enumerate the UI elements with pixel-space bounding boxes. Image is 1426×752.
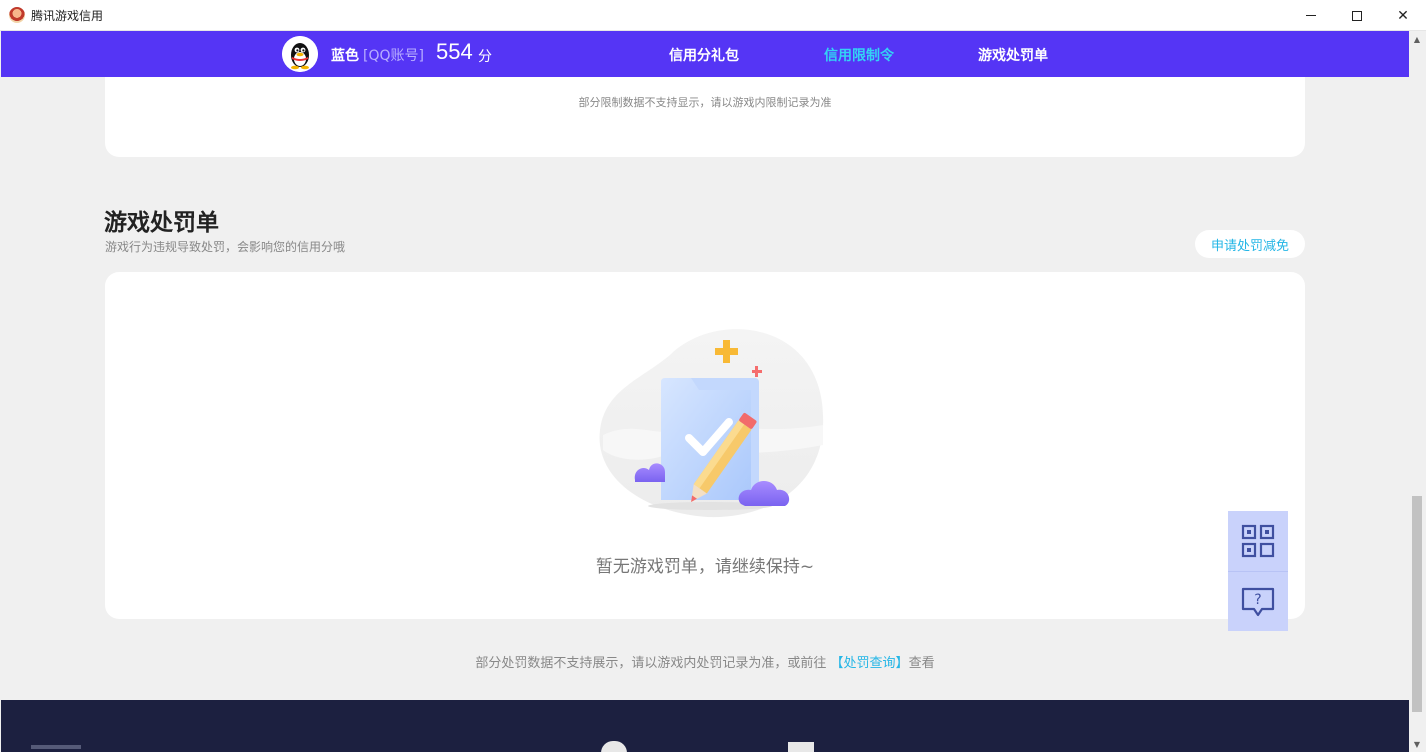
maximize-icon (1352, 10, 1362, 21)
help-feedback-button[interactable]: ? (1228, 571, 1288, 631)
close-icon: ✕ (1397, 7, 1409, 24)
footer-service-icon[interactable] (601, 741, 627, 752)
svg-text:?: ? (1254, 592, 1261, 608)
apply-penalty-reduction-button[interactable]: 申请处罚减免 (1195, 230, 1305, 258)
footer-message-icon[interactable] (788, 742, 814, 752)
top-nav: 蓝色 [QQ账号] 554 分 信用分礼包 信用限制令 游戏处罚单 (1, 31, 1409, 77)
user-nickname: 蓝色 (331, 48, 359, 64)
credit-score-unit: 分 (478, 49, 492, 65)
empty-state-text: 暂无游戏罚单，请继续保持~ (595, 557, 815, 577)
minimize-icon (1306, 15, 1316, 16)
penalty-query-link[interactable]: 【处罚查询】 (831, 656, 909, 671)
qrcode-button[interactable] (1228, 511, 1288, 571)
vertical-scrollbar[interactable]: ▲ ▼ (1409, 31, 1425, 752)
penalty-section-title: 游戏处罚单 (104, 210, 219, 236)
window-title: 腾讯游戏信用 (31, 8, 104, 23)
help-message-icon: ? (1241, 587, 1275, 616)
footnote-text: 部分处罚数据不支持展示，请以游戏内处罚记录为准，或前往 (475, 656, 831, 671)
minimize-button[interactable] (1288, 0, 1334, 31)
account-type-label: [QQ账号] (363, 48, 424, 64)
qrcode-icon (1241, 524, 1275, 558)
close-button[interactable]: ✕ (1380, 0, 1426, 31)
restriction-note: 部分限制数据不支持显示，请以游戏内限制记录为准 (578, 96, 832, 109)
maximize-button[interactable] (1334, 0, 1380, 31)
tab-credit-gift[interactable]: 信用分礼包 (669, 45, 739, 65)
page-footer (1, 700, 1409, 752)
empty-state-illustration (599, 329, 824, 518)
scrollbar-thumb[interactable] (1412, 496, 1422, 712)
avatar[interactable] (282, 36, 318, 72)
scroll-down-arrow-icon[interactable]: ▼ (1409, 736, 1425, 752)
floating-toolbar: ? (1228, 511, 1288, 631)
qq-penguin-icon (282, 36, 318, 72)
window-titlebar: 腾讯游戏信用 ✕ (0, 0, 1426, 31)
penalty-section-subtitle: 游戏行为违规导致处罚，会影响您的信用分哦 (105, 240, 346, 254)
scroll-up-arrow-icon[interactable]: ▲ (1409, 31, 1425, 47)
tab-credit-restriction[interactable]: 信用限制令 (824, 45, 894, 65)
penalty-card: 暂无游戏罚单，请继续保持~ (105, 272, 1305, 619)
app-logo-icon (9, 7, 25, 23)
credit-score: 554 (436, 39, 473, 64)
footnote-suffix: 查看 (908, 656, 935, 671)
tab-game-penalty[interactable]: 游戏处罚单 (978, 45, 1048, 65)
window-controls: ✕ (1288, 0, 1426, 31)
footer-logo (31, 745, 81, 749)
penalty-footnote: 部分处罚数据不支持展示，请以游戏内处罚记录为准，或前往 【处罚查询】查看 (0, 652, 1410, 671)
